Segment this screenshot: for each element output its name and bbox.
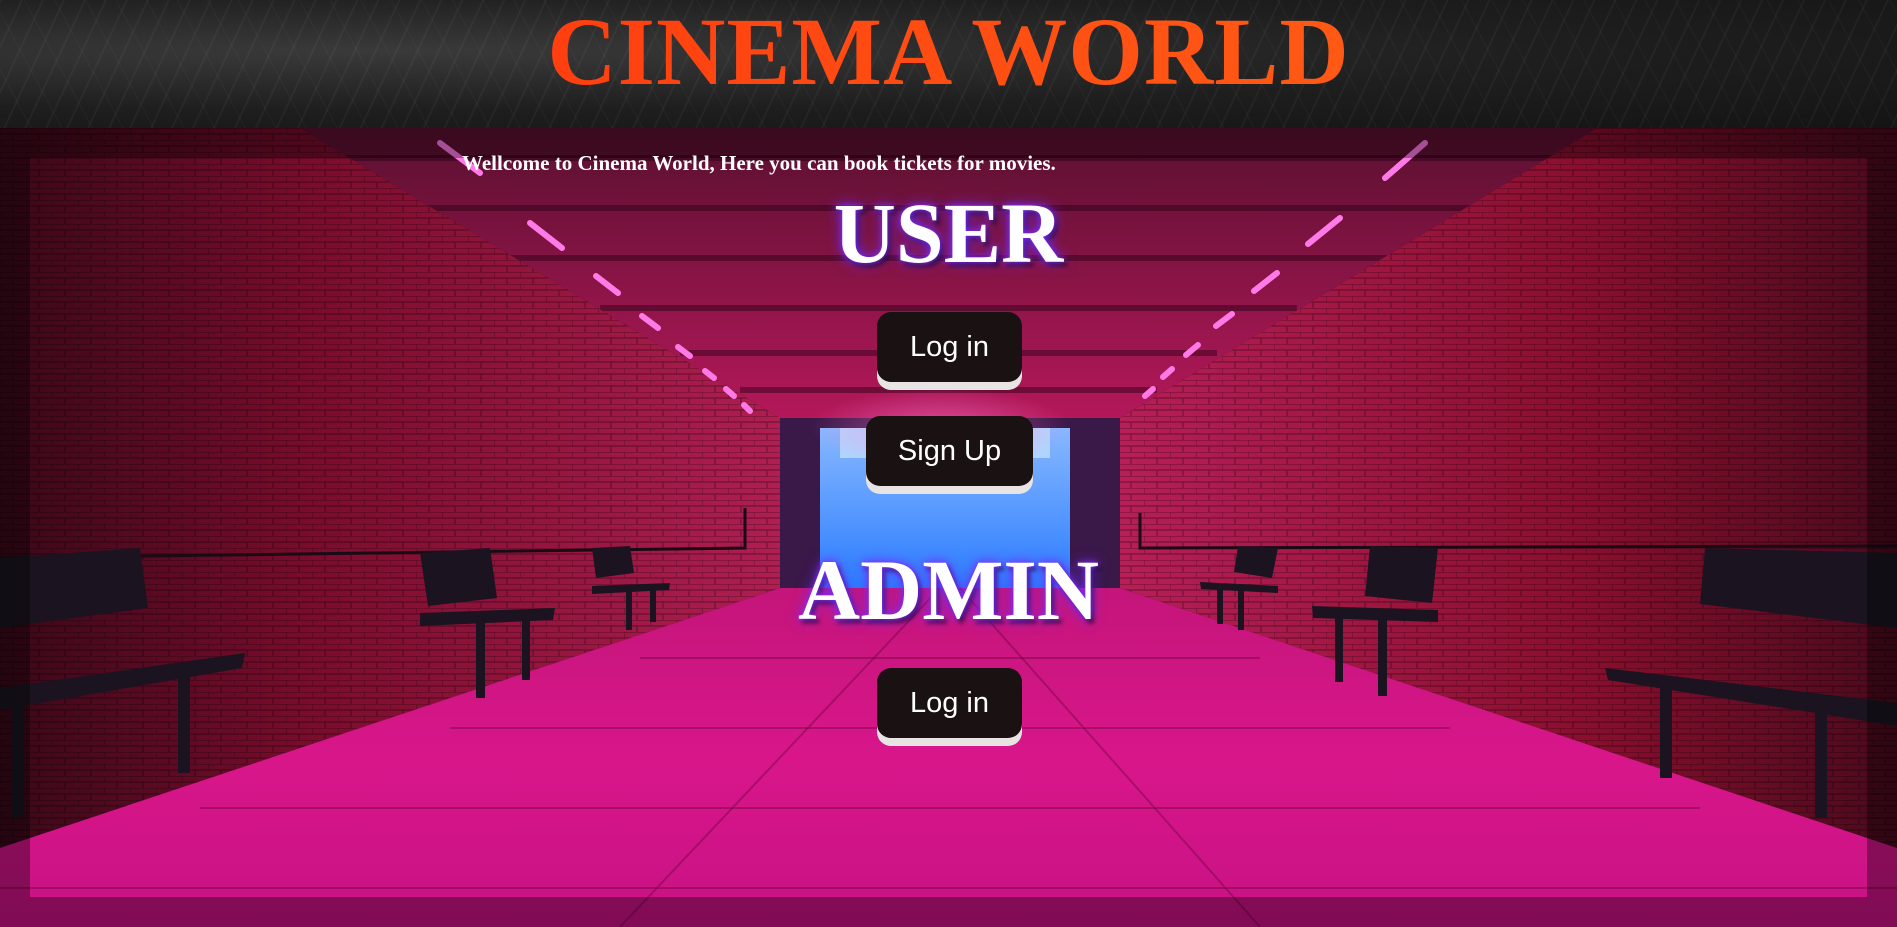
user-signup-button[interactable]: Sign Up [866,416,1033,486]
user-login-button[interactable]: Log in [877,312,1022,382]
user-section-heading: USER [833,185,1064,281]
site-title: CINEMA WORLD [0,2,1897,102]
page: CINEMA WORLD Wellcome to Cinema World, H… [0,0,1897,927]
admin-section-heading: ADMIN [798,542,1099,638]
welcome-message: Wellcome to Cinema World, Here you can b… [462,151,1056,175]
admin-login-button[interactable]: Log in [877,668,1022,738]
header-bar: CINEMA WORLD [0,0,1897,128]
